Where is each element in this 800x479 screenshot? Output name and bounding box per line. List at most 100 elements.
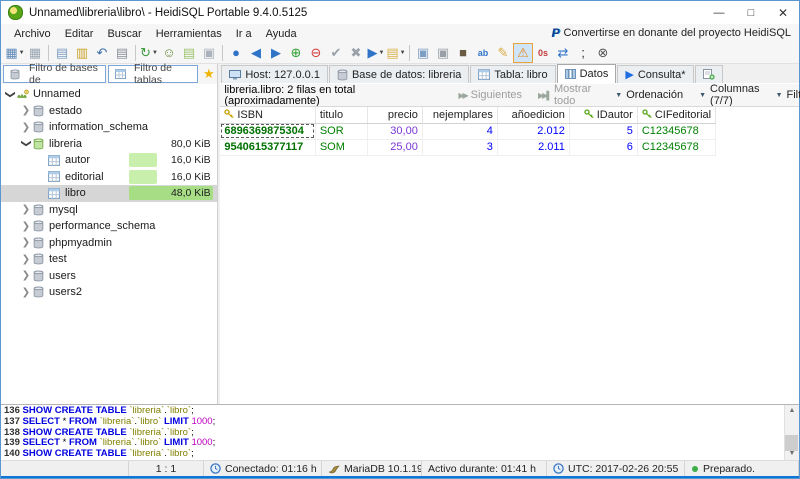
cell-ISBN[interactable]: 9540615377117 bbox=[220, 139, 315, 155]
tab-datos[interactable]: Datos bbox=[557, 64, 617, 83]
expand-arrow-icon[interactable]: ❯ bbox=[21, 254, 31, 265]
tree-item-editorial[interactable]: editorial16,0 KiB bbox=[1, 169, 217, 186]
menu-editar[interactable]: Editar bbox=[58, 27, 101, 41]
print-icon[interactable]: ▤ bbox=[112, 43, 132, 63]
open-sql-file-icon[interactable]: ▤ bbox=[179, 43, 199, 63]
column-header-IDautor[interactable]: IDautor bbox=[569, 107, 637, 123]
cell-titulo[interactable]: SOR bbox=[315, 123, 367, 139]
expand-arrow-icon[interactable]: ❯ bbox=[21, 237, 31, 248]
cell-CIFeditorial[interactable]: C12345678 bbox=[637, 123, 715, 139]
save-as-icon[interactable]: ▣ bbox=[433, 43, 453, 63]
format-sql-icon[interactable]: ✎ bbox=[493, 43, 513, 63]
tree-item-Unnamed[interactable]: ❯Unnamed bbox=[1, 86, 217, 103]
column-header-añoedicion[interactable]: añoedicion bbox=[497, 107, 569, 123]
collapse-arrow-icon[interactable]: ❯ bbox=[21, 139, 32, 149]
user-manager-icon[interactable]: ☺ bbox=[159, 43, 179, 63]
delimiter-icon[interactable]: ; bbox=[573, 43, 593, 63]
column-header-ISBN[interactable]: ISBN bbox=[220, 107, 315, 123]
refresh-icon[interactable]: ↻▼ bbox=[139, 43, 159, 63]
stop-icon[interactable]: ⊗ bbox=[593, 43, 613, 63]
tree-item-users2[interactable]: ❯users2 bbox=[1, 284, 217, 301]
reconnect-icon[interactable]: ⇄ bbox=[553, 43, 573, 63]
tree-item-mysql[interactable]: ❯mysql bbox=[1, 202, 217, 219]
next-rows-button[interactable]: ▶▶ Siguientes bbox=[450, 89, 530, 101]
filter-button[interactable]: ▼ Filtro bbox=[768, 89, 800, 101]
donate-link[interactable]: P Convertirse en donante del proyecto He… bbox=[552, 26, 799, 40]
expand-arrow-icon[interactable]: ❯ bbox=[21, 221, 31, 232]
menu-ayuda[interactable]: Ayuda bbox=[259, 27, 304, 41]
discard-changes-icon[interactable]: ✖ bbox=[346, 43, 366, 63]
menu-herramientas[interactable]: Herramientas bbox=[149, 27, 229, 41]
cell-CIFeditorial[interactable]: C12345678 bbox=[637, 139, 715, 155]
cell-añoedicion[interactable]: 2.012 bbox=[497, 123, 569, 139]
cell-precio[interactable]: 25,00 bbox=[367, 139, 422, 155]
warning-highlight-icon[interactable]: ⚠ bbox=[513, 43, 533, 63]
cell-IDautor[interactable]: 6 bbox=[569, 139, 637, 155]
query-timer-icon[interactable]: 0s bbox=[533, 43, 553, 63]
tab-new-query[interactable] bbox=[695, 65, 723, 83]
database-filter-input[interactable]: Filtro de bases de bbox=[3, 65, 106, 83]
toolbox-icon[interactable]: ■ bbox=[453, 43, 473, 63]
favorites-star-icon[interactable]: ★ bbox=[203, 66, 215, 82]
maximize-button[interactable]: □ bbox=[735, 1, 767, 24]
last-row-icon[interactable]: ▶ bbox=[266, 43, 286, 63]
tree-item-users[interactable]: ❯users bbox=[1, 268, 217, 285]
sql-log-panel[interactable]: 136 SHOW CREATE TABLE `libreria`.`libro`… bbox=[1, 404, 799, 460]
tree-item-libro[interactable]: libro48,0 KiB bbox=[1, 185, 217, 202]
snippets-icon[interactable]: ▤▼ bbox=[386, 43, 406, 63]
disconnect-icon[interactable]: ▦ bbox=[25, 43, 45, 63]
tree-item-information_schema[interactable]: ❯information_schema bbox=[1, 119, 217, 136]
tree-item-autor[interactable]: autor16,0 KiB bbox=[1, 152, 217, 169]
menu-ir-a[interactable]: Ir a bbox=[229, 27, 259, 41]
expand-arrow-icon[interactable]: ❯ bbox=[21, 204, 31, 215]
cell-IDautor[interactable]: 5 bbox=[569, 123, 637, 139]
save-icon[interactable]: ▣ bbox=[413, 43, 433, 63]
scroll-up-icon[interactable]: ▲ bbox=[789, 405, 796, 417]
sql-log-scrollbar[interactable]: ▲ ▼ bbox=[784, 405, 799, 460]
cell-nejemplares[interactable]: 3 bbox=[422, 139, 497, 155]
tree-item-libreria[interactable]: ❯libreria80,0 KiB bbox=[1, 136, 217, 153]
find-replace-icon[interactable]: ab bbox=[473, 43, 493, 63]
tree-item-test[interactable]: ❯test bbox=[1, 251, 217, 268]
columns-button[interactable]: ▼ Columnas (7/7) bbox=[691, 83, 767, 107]
cell-añoedicion[interactable]: 2.011 bbox=[497, 139, 569, 155]
tree-item-estado[interactable]: ❯estado bbox=[1, 103, 217, 120]
delete-row-icon[interactable]: ⊖ bbox=[306, 43, 326, 63]
show-all-rows-button[interactable]: ▶▶▌ Mostrar todo bbox=[530, 83, 599, 107]
post-changes-icon[interactable]: ✔ bbox=[326, 43, 346, 63]
cancel-operation-icon[interactable]: ● bbox=[226, 43, 246, 63]
tab-tabla[interactable]: Tabla: libro bbox=[470, 65, 555, 83]
tree-item-performance_schema[interactable]: ❯performance_schema bbox=[1, 218, 217, 235]
tab-base-de-datos[interactable]: Base de datos: libreria bbox=[329, 65, 469, 83]
tab-consulta-[interactable]: ▶Consulta* bbox=[617, 65, 693, 83]
expand-arrow-icon[interactable]: ❯ bbox=[21, 287, 31, 298]
cell-precio[interactable]: 30,00 bbox=[367, 123, 422, 139]
first-row-icon[interactable]: ◀ bbox=[246, 43, 266, 63]
column-header-CIFeditorial[interactable]: CIFeditorial bbox=[637, 107, 715, 123]
sorting-button[interactable]: ▼ Ordenación bbox=[607, 89, 691, 101]
blob-editor-icon[interactable]: ▣ bbox=[199, 43, 219, 63]
column-header-nejemplares[interactable]: nejemplares bbox=[422, 107, 497, 123]
scrollbar-thumb[interactable] bbox=[785, 435, 798, 451]
paste-icon[interactable]: ▥ bbox=[72, 43, 92, 63]
cell-titulo[interactable]: SOM bbox=[315, 139, 367, 155]
tab-host[interactable]: Host: 127.0.0.1 bbox=[221, 65, 328, 83]
undo-icon[interactable]: ↶ bbox=[92, 43, 112, 63]
insert-row-icon[interactable]: ⊕ bbox=[286, 43, 306, 63]
column-header-titulo[interactable]: titulo bbox=[315, 107, 367, 123]
cell-nejemplares[interactable]: 4 bbox=[422, 123, 497, 139]
expand-arrow-icon[interactable]: ❯ bbox=[21, 270, 31, 281]
session-manager-icon[interactable]: ▦▼ bbox=[5, 43, 25, 63]
close-button[interactable]: ✕ bbox=[767, 1, 799, 24]
menu-archivo[interactable]: Archivo bbox=[7, 27, 58, 41]
collapse-arrow-icon[interactable]: ❯ bbox=[5, 89, 16, 99]
column-header-precio[interactable]: precio bbox=[367, 107, 422, 123]
table-filter-input[interactable]: Filtro de tablas bbox=[108, 65, 198, 83]
menu-buscar[interactable]: Buscar bbox=[100, 27, 148, 41]
cell-ISBN[interactable]: 6896369875304 bbox=[220, 123, 315, 139]
copy-icon[interactable]: ▤ bbox=[52, 43, 72, 63]
expand-arrow-icon[interactable]: ❯ bbox=[21, 105, 31, 116]
execute-sql-icon[interactable]: ▶▼ bbox=[366, 43, 386, 63]
expand-arrow-icon[interactable]: ❯ bbox=[21, 122, 31, 133]
minimize-button[interactable]: — bbox=[703, 1, 735, 24]
